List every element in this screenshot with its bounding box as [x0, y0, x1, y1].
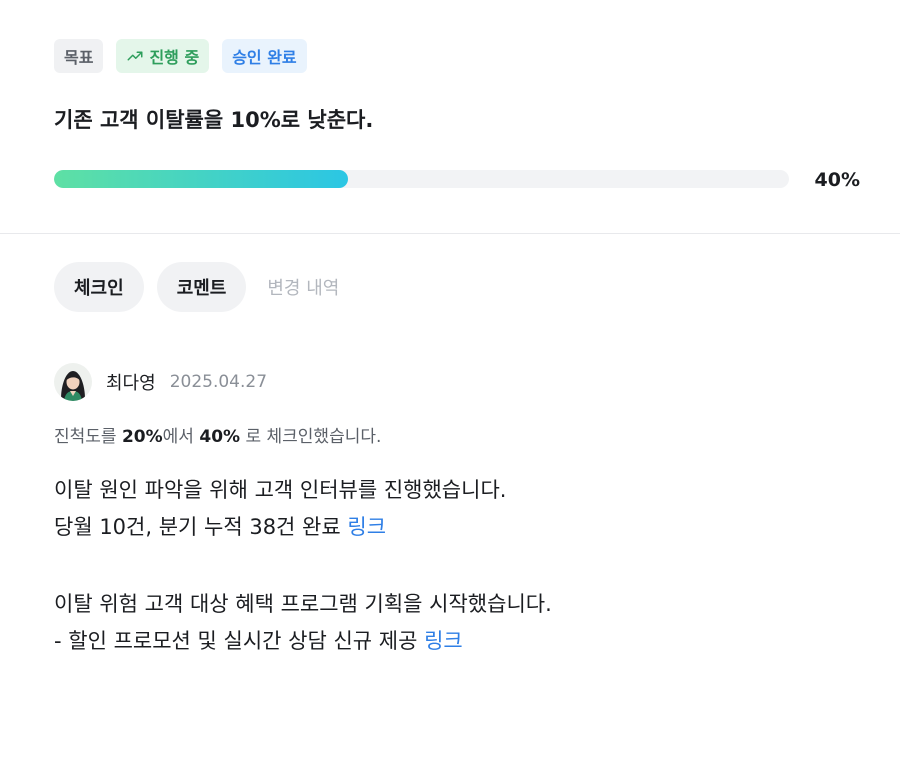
tab-bar: 체크인 코멘트 변경 내역	[54, 262, 347, 312]
user-avatar-icon	[54, 363, 92, 401]
author-name: 최다영	[106, 373, 156, 394]
avatar[interactable]	[54, 363, 92, 401]
progress-bar-fill	[54, 170, 348, 188]
section-divider	[0, 233, 900, 234]
status-badge-label: 진행 중	[149, 48, 200, 67]
progress-percent: 40%	[814, 169, 860, 191]
entry-author-row: 최다영 2025.04.27	[54, 363, 267, 401]
tab-history[interactable]: 변경 내역	[259, 262, 347, 312]
entry-line: - 할인 프로모션 및 실시간 상담 신규 제공 링크	[54, 623, 552, 660]
interview-link[interactable]: 링크	[347, 515, 386, 539]
status-badge-approved: 승인 완료	[222, 39, 307, 73]
entry-line-text: 당월 10건, 분기 누적 38건 완료	[54, 515, 348, 539]
goal-tag-label: 목표	[64, 48, 94, 67]
tag-row: 목표 진행 중 승인 완료	[54, 39, 307, 73]
progress-bar	[54, 170, 789, 188]
goal-detail-card: 목표 진행 중 승인 완료 기존 고객 이탈률을 10%로 낮춘다. 40% 체…	[0, 0, 900, 764]
entry-line: 이탈 원인 파악을 위해 고객 인터뷰를 진행했습니다.	[54, 472, 552, 509]
entry-line-text: - 할인 프로모션 및 실시간 상담 신규 제공	[54, 629, 425, 653]
checkin-summary: 진척도를 20%에서 40% 로 체크인했습니다.	[54, 422, 381, 447]
checkin-suffix: 로 체크인했습니다.	[240, 427, 382, 447]
status-badge-in-progress: 진행 중	[116, 39, 210, 73]
entry-line: 당월 10건, 분기 누적 38건 완료 링크	[54, 509, 552, 546]
entry-date: 2025.04.27	[169, 372, 268, 392]
entry-line-text: 이탈 위험 고객 대상 혜택 프로그램 기획을 시작했습니다.	[54, 592, 552, 616]
entry-line-text: 이탈 원인 파악을 위해 고객 인터뷰를 진행했습니다.	[54, 478, 507, 502]
tab-comment[interactable]: 코멘트	[156, 262, 247, 312]
approved-badge-label: 승인 완료	[232, 48, 297, 67]
program-link[interactable]: 링크	[424, 629, 463, 653]
entry-line: 이탈 위험 고객 대상 혜택 프로그램 기획을 시작했습니다.	[54, 586, 552, 623]
checkin-from-value: 20%	[121, 427, 163, 447]
checkin-prefix: 진척도를	[54, 427, 122, 447]
goal-title: 기존 고객 이탈률을 10%로 낮춘다.	[54, 108, 374, 132]
entry-body: 이탈 원인 파악을 위해 고객 인터뷰를 진행했습니다. 당월 10건, 분기 …	[54, 472, 552, 660]
checkin-mid: 에서	[162, 427, 200, 447]
goal-tag: 목표	[54, 39, 104, 73]
checkin-to-value: 40%	[199, 427, 241, 447]
tab-checkin[interactable]: 체크인	[54, 262, 144, 312]
trending-up-icon	[127, 51, 143, 61]
